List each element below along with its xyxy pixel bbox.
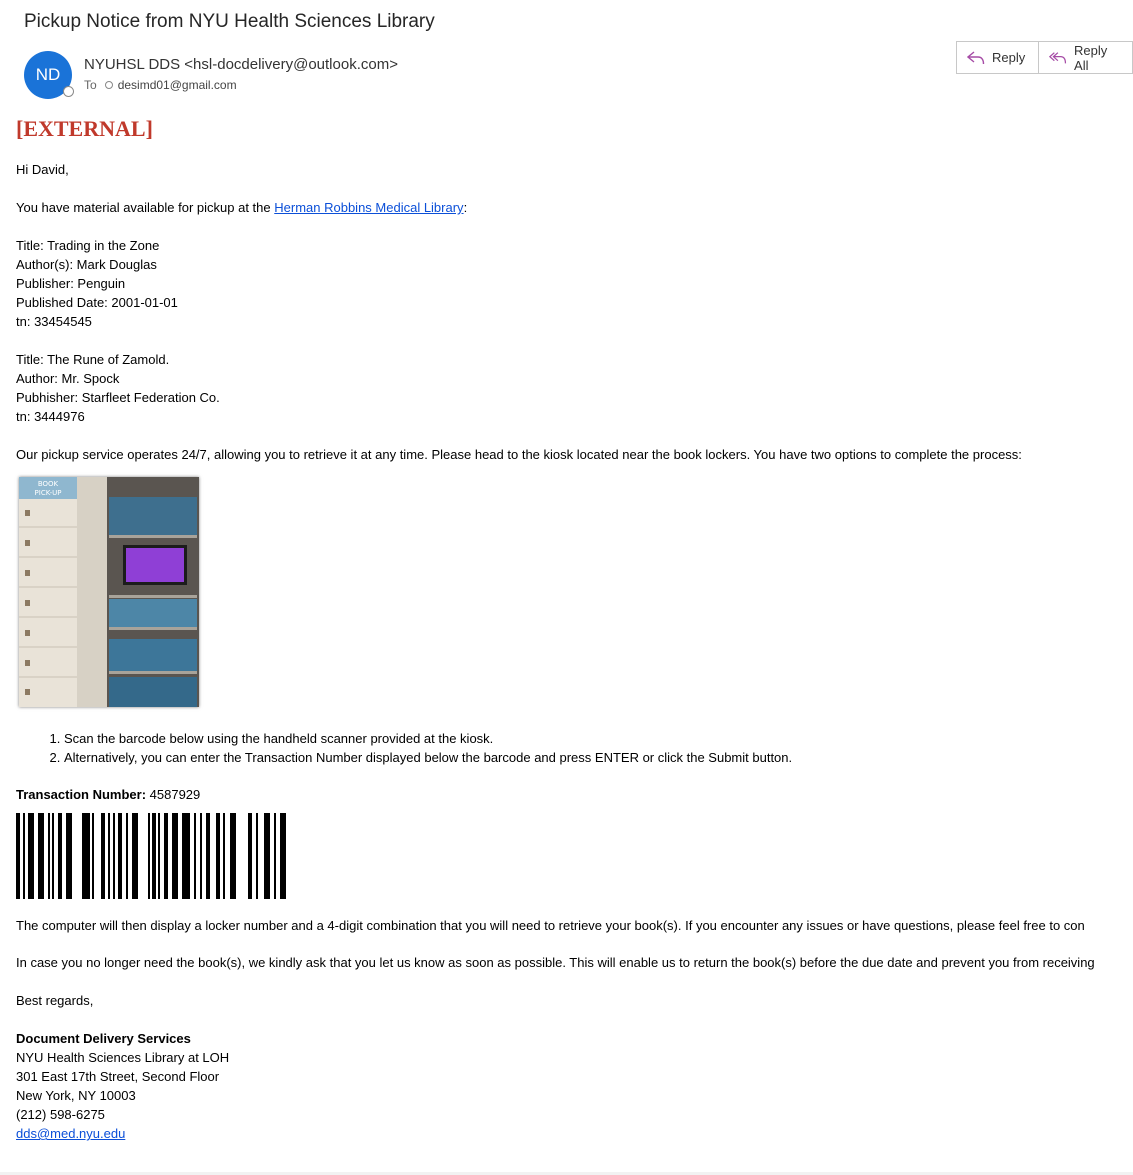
item-line: Title: Trading in the Zone [16, 238, 160, 253]
signature-street: 301 East 17th Street, Second Floor [16, 1069, 220, 1084]
svg-text:BOOK: BOOK [38, 480, 59, 488]
email-subject: Pickup Notice from NYU Health Sciences L… [24, 11, 435, 32]
intro-text: You have material available for pickup a… [16, 200, 275, 215]
signature-email-link[interactable]: dds@med.nyu.edu [16, 1126, 125, 1141]
transaction-barcode [16, 813, 286, 899]
transaction-number: 4587929 [149, 787, 201, 802]
step-item: Scan the barcode below using the handhel… [64, 729, 1133, 748]
reply-all-label: Reply All [1074, 42, 1108, 73]
transaction-line: Transaction Number: 4587929 [16, 785, 1133, 804]
item-line: Publisher: Penguin [16, 276, 126, 291]
message-body: [EXTERNAL] Hi David, You have material a… [16, 116, 1133, 1143]
recipient-address[interactable]: desimd01@gmail.com [118, 78, 237, 92]
item-line: tn: 33454545 [16, 314, 92, 329]
reply-all-button[interactable]: Reply All [1038, 42, 1132, 73]
item-line: Title: The Rune of Zamold. [16, 352, 170, 367]
sender-name[interactable]: NYUHSL DDS <hsl-docdelivery@outlook.com> [84, 56, 398, 73]
to-label: To [84, 78, 97, 92]
signature-block: Document Delivery Services NYU Health Sc… [16, 1029, 1133, 1143]
reply-all-icon [1049, 51, 1067, 63]
pickup-steps: Scan the barcode below using the handhel… [16, 729, 1133, 767]
item-line: Author(s): Mark Douglas [16, 257, 157, 272]
return-paragraph: In case you no longer need the book(s), … [16, 955, 1095, 970]
item-block: Title: Trading in the Zone Author(s): Ma… [16, 236, 1133, 331]
avatar-initials: ND [35, 65, 61, 84]
transaction-label: Transaction Number: [16, 787, 147, 802]
reply-icon [967, 50, 985, 64]
signature-phone: (212) 598-6275 [16, 1107, 105, 1122]
reply-label: Reply [992, 50, 1026, 65]
greeting: Hi David, [16, 162, 69, 177]
item-line: tn: 3444976 [16, 409, 85, 424]
recipient-presence-icon [104, 81, 113, 89]
presence-status-icon [63, 86, 74, 97]
kiosk-photo: BOOK PICK-UP [19, 477, 199, 707]
svg-text:PICK-UP: PICK-UP [35, 489, 62, 497]
item-line: Published Date: 2001-01-01 [16, 295, 178, 310]
item-line: Author: Mr. Spock [16, 371, 120, 386]
external-tag: [EXTERNAL] [16, 116, 153, 141]
reply-button[interactable]: Reply [957, 42, 1038, 73]
intro-paragraph: You have material available for pickup a… [16, 198, 1133, 217]
locker-paragraph: The computer will then display a locker … [16, 918, 1085, 933]
reply-button-group: Reply Reply All [956, 41, 1133, 74]
closing: Best regards, [16, 993, 94, 1008]
step-item: Alternatively, you can enter the Transac… [64, 748, 1133, 767]
library-link[interactable]: Herman Robbins Medical Library [274, 200, 463, 215]
intro-colon: : [463, 200, 468, 215]
item-line: Pubhisher: Starfleet Federation Co. [16, 390, 220, 405]
service-paragraph: Our pickup service operates 24/7, allowi… [16, 447, 1022, 462]
recipient-line: To desimd01@gmail.com [84, 78, 237, 92]
signature-department: Document Delivery Services [16, 1031, 191, 1046]
sender-avatar[interactable]: ND [24, 51, 74, 99]
signature-city: New York, NY 10003 [16, 1088, 136, 1103]
item-block: Title: The Rune of Zamold. Author: Mr. S… [16, 350, 1133, 426]
signature-org: NYU Health Sciences Library at LOH [16, 1050, 230, 1065]
